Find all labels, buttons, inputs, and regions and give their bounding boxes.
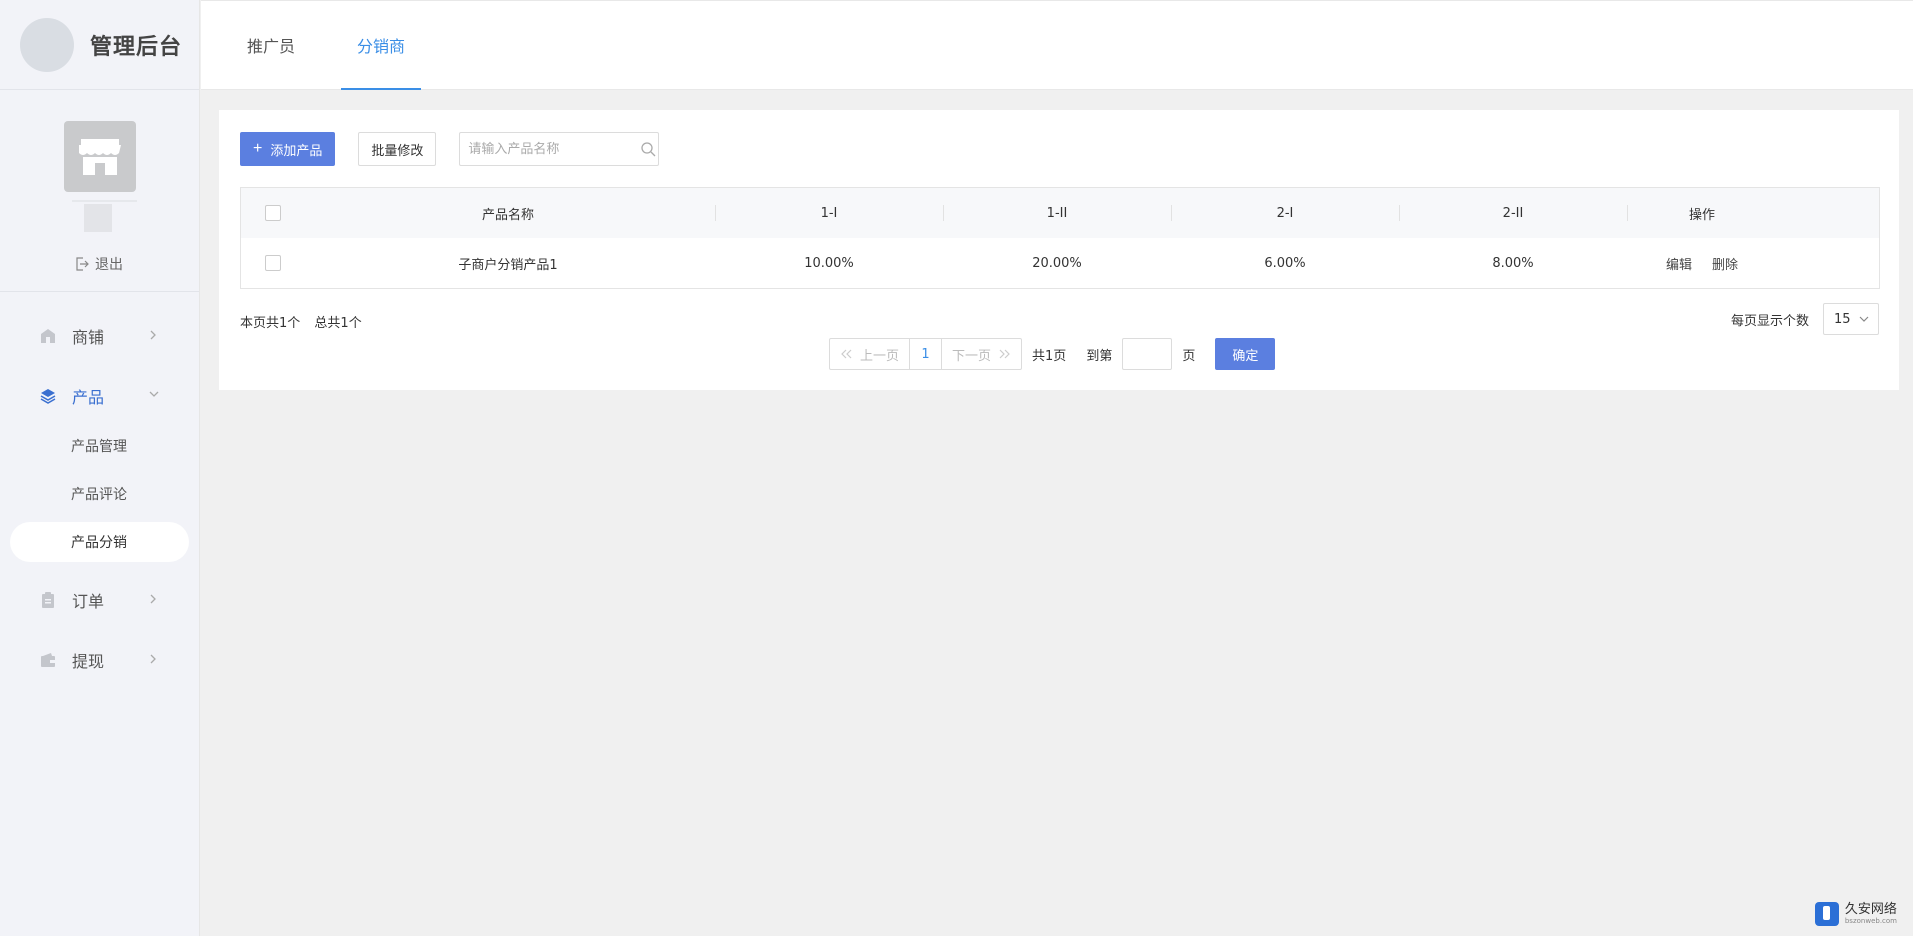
plus-icon: + <box>253 140 263 157</box>
submenu-item-label: 产品管理 <box>71 439 127 455</box>
chevron-right-icon <box>150 330 156 340</box>
submenu-item-product-manage[interactable]: 产品管理 <box>10 426 189 466</box>
store-name-underline <box>72 200 137 202</box>
pagination: 上一页 1 下一页 共1页 到第 页 确定 <box>829 338 1276 370</box>
total-item-count: 总共1个 <box>314 316 362 331</box>
layers-icon <box>40 388 56 404</box>
search-icon[interactable] <box>638 141 658 157</box>
sidebar: 管理后台 退出 商铺 产品 产品管理 产品评论 产品分销 订单 提现 <box>0 0 200 936</box>
menu-item-label: 产品 <box>72 388 105 407</box>
goto-label: 到第 <box>1086 348 1113 364</box>
menu-item-label: 订单 <box>72 592 105 611</box>
page-item-count: 本页共1个 <box>240 316 301 331</box>
storefront-icon <box>79 138 121 175</box>
toolbar: + 添加产品 批量修改 <box>240 132 660 166</box>
page-unit-label: 页 <box>1182 348 1196 364</box>
watermark-subtitle: bszonweb.com <box>1844 916 1897 925</box>
cell-operations: 编辑 删除 <box>1627 238 1777 288</box>
header-1-ii: 1-II <box>943 188 1171 238</box>
delete-link[interactable]: 删除 <box>1712 254 1738 273</box>
chevron-right-icon <box>150 594 156 604</box>
table-row: 子商户分销产品1 10.00% 20.00% 6.00% 8.00% 编辑 删除 <box>241 238 1879 288</box>
side-menu: 商铺 产品 产品管理 产品评论 产品分销 订单 提现 <box>0 292 199 690</box>
add-product-button[interactable]: + 添加产品 <box>240 132 336 166</box>
tab-promoter[interactable]: 推广员 <box>231 1 311 89</box>
row-checkbox[interactable] <box>265 255 281 271</box>
header-operations: 操作 <box>1627 188 1777 238</box>
page-size-select[interactable]: 15 <box>1823 303 1879 335</box>
submenu-item-product-review[interactable]: 产品评论 <box>10 474 189 514</box>
profile-panel: 退出 <box>0 90 199 292</box>
page-size-label: 每页显示个数 <box>1730 313 1809 329</box>
content-card: + 添加产品 批量修改 产品名称 1-I 1-II 2-I 2-II 操作 子商… <box>219 110 1899 390</box>
pager-info: 本页共1个 总共1个 <box>240 312 372 331</box>
search-box <box>459 132 660 166</box>
cell-1-i: 10.00% <box>804 255 854 271</box>
logout-button[interactable]: 退出 <box>75 254 123 274</box>
submenu-item-product-distribution[interactable]: 产品分销 <box>10 522 189 562</box>
cell-1-ii: 20.00% <box>1032 255 1082 271</box>
table-header: 产品名称 1-I 1-II 2-I 2-II 操作 <box>241 188 1879 238</box>
product-table: 产品名称 1-I 1-II 2-I 2-II 操作 子商户分销产品1 10.00… <box>240 187 1880 289</box>
header-1-i: 1-I <box>715 188 943 238</box>
logout-icon <box>76 257 89 271</box>
page-size-value: 15 <box>1834 311 1851 327</box>
store-qr-placeholder <box>84 204 112 232</box>
brand-title: 管理后台 <box>90 34 183 60</box>
double-chevron-right-icon <box>999 349 1010 359</box>
clipboard-icon <box>40 592 56 608</box>
watermark-title: 久安网络 <box>1844 901 1897 917</box>
menu-item-label: 提现 <box>72 652 105 671</box>
wallet-icon <box>40 652 56 668</box>
logout-label: 退出 <box>95 257 123 273</box>
chevron-down-icon <box>149 391 159 397</box>
menu-item-order[interactable]: 订单 <box>0 570 199 630</box>
cell-product-name: 子商户分销产品1 <box>458 257 558 273</box>
submenu-item-label: 产品分销 <box>71 535 127 551</box>
row-checkbox-cell <box>241 238 301 288</box>
top-tab-bar: 推广员 分销商 <box>201 0 1913 90</box>
total-pages: 共1页 <box>1032 348 1067 364</box>
double-chevron-left-icon <box>841 349 852 359</box>
next-page-label: 下一页 <box>952 348 992 364</box>
prev-page-button[interactable]: 上一页 <box>830 339 909 369</box>
goto-page-input[interactable] <box>1122 338 1173 370</box>
site-logo-icon <box>1814 902 1839 926</box>
batch-edit-button[interactable]: 批量修改 <box>358 132 437 166</box>
header-checkbox-cell <box>241 188 301 238</box>
next-page-button[interactable]: 下一页 <box>941 339 1021 369</box>
brand-avatar <box>20 17 74 72</box>
edit-link[interactable]: 编辑 <box>1666 254 1692 273</box>
menu-item-store[interactable]: 商铺 <box>0 306 199 366</box>
menu-item-product[interactable]: 产品 <box>0 366 199 426</box>
page-size-control: 每页显示个数 15 <box>1731 303 1879 335</box>
menu-item-label: 商铺 <box>72 328 105 347</box>
page-buttons: 上一页 1 下一页 <box>829 338 1023 370</box>
store-avatar <box>64 121 136 192</box>
watermark-text: 久安网络 bszonweb.com <box>1844 901 1897 926</box>
cell-2-i: 6.00% <box>1264 255 1306 271</box>
watermark-logo: 久安网络 bszonweb.com <box>1814 901 1897 926</box>
chevron-down-icon <box>1859 316 1869 322</box>
header-2-ii: 2-II <box>1399 188 1627 238</box>
select-all-checkbox[interactable] <box>265 205 281 221</box>
tab-distributor[interactable]: 分销商 <box>341 1 421 90</box>
submenu-item-label: 产品评论 <box>71 487 127 503</box>
confirm-goto-button[interactable]: 确定 <box>1215 338 1276 370</box>
page-number-1[interactable]: 1 <box>909 339 941 369</box>
menu-item-withdraw[interactable]: 提现 <box>0 630 199 690</box>
brand-header: 管理后台 <box>0 0 199 90</box>
search-input[interactable] <box>460 133 639 165</box>
add-product-label: 添加产品 <box>270 142 323 158</box>
chevron-right-icon <box>150 654 156 664</box>
header-product-name: 产品名称 <box>481 207 534 223</box>
header-2-i: 2-I <box>1171 188 1399 238</box>
prev-page-label: 上一页 <box>860 348 900 364</box>
store-icon <box>40 328 56 344</box>
cell-2-ii: 8.00% <box>1492 255 1534 271</box>
